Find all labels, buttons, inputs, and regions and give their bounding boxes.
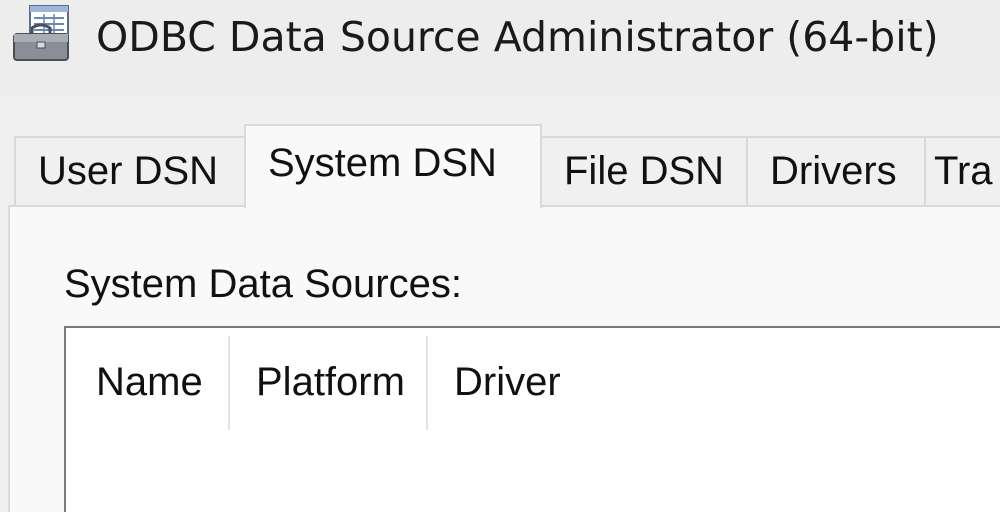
system-data-sources-list[interactable]: Name Platform Driver: [64, 326, 1000, 512]
odbc-admin-icon: [13, 5, 69, 61]
tab-label: User DSN: [38, 149, 219, 193]
tab-system-dsn[interactable]: System DSN: [244, 124, 542, 208]
column-separator[interactable]: [228, 336, 230, 430]
window-title: ODBC Data Source Administrator (64-bit): [96, 13, 939, 61]
tab-tracing[interactable]: Tra: [924, 136, 1000, 206]
title-bar[interactable]: ODBC Data Source Administrator (64-bit): [0, 0, 1000, 96]
column-header-platform[interactable]: Platform: [256, 334, 405, 430]
tab-label: Drivers: [770, 149, 897, 193]
tab-file-dsn[interactable]: File DSN: [540, 136, 748, 206]
column-separator[interactable]: [426, 336, 428, 430]
odbc-admin-window: ODBC Data Source Administrator (64-bit) …: [0, 0, 1000, 512]
tab-label: System DSN: [268, 141, 497, 185]
column-header-driver[interactable]: Driver: [454, 334, 561, 430]
tab-label: Tra: [934, 149, 993, 193]
tab-label: File DSN: [564, 149, 725, 193]
tab-user-dsn[interactable]: User DSN: [14, 136, 246, 206]
column-header-name[interactable]: Name: [96, 334, 203, 430]
system-data-sources-label: System Data Sources:: [64, 262, 462, 306]
tab-drivers[interactable]: Drivers: [746, 136, 926, 206]
